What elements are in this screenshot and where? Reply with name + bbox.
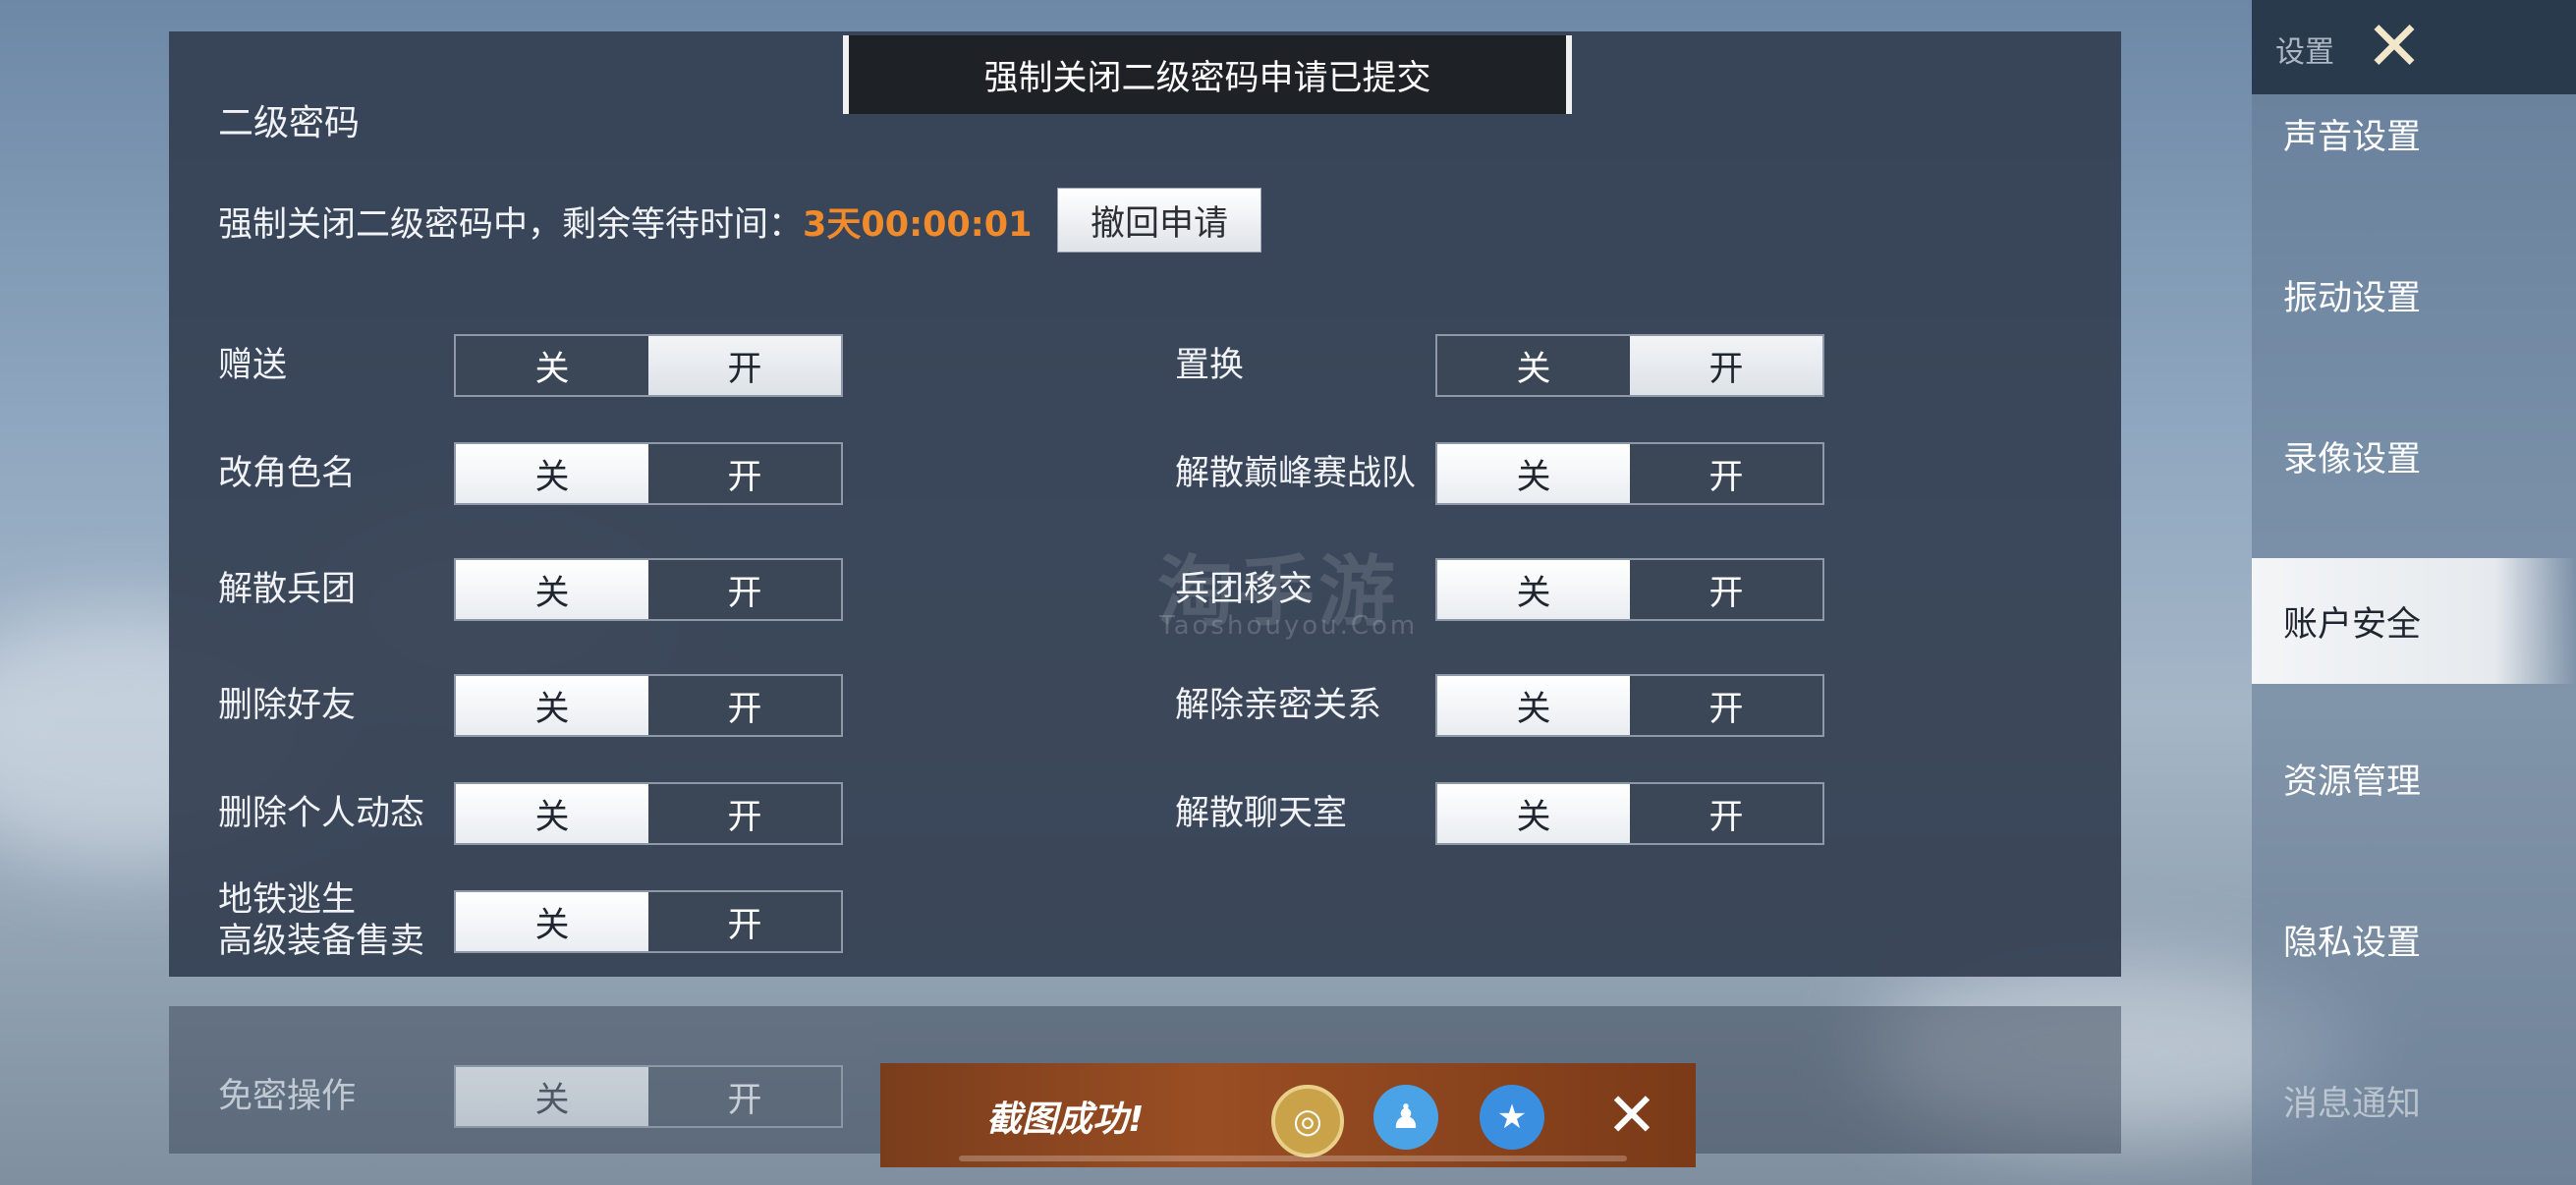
toggle-off[interactable]: 关 [1437, 444, 1630, 503]
qzone-icon[interactable]: ★ [1480, 1085, 1544, 1150]
row-label-exchange: 置换 [1175, 346, 1245, 385]
toggle-transfer-corps[interactable]: 关 开 [1435, 558, 1824, 621]
row-label-delete-friend: 删除好友 [218, 686, 357, 725]
watermark-url: Taoshouyou.Com [1159, 611, 1419, 641]
row-label-remove-intimacy: 解除亲密关系 [1175, 686, 1382, 725]
row-label-disband-team: 解散巅峰赛战队 [1175, 454, 1417, 493]
sidebar-item-label: 录像设置 [2283, 439, 2422, 480]
screenshot-success-text: 截图成功! [986, 1100, 1145, 1140]
toggle-rename[interactable]: 关 开 [454, 442, 843, 505]
toggle-off[interactable]: 关 [456, 784, 648, 843]
toggle-on[interactable]: 开 [648, 676, 841, 735]
revoke-request-button[interactable]: 撤回申请 [1057, 188, 1261, 253]
sidebar-item-label: 隐私设置 [2283, 923, 2422, 963]
row-label-free-pass: 免密操作 [218, 1077, 357, 1116]
row-label-gift: 赠送 [218, 346, 288, 385]
toggle-off[interactable]: 关 [1437, 336, 1630, 395]
sidebar-item-vibration[interactable]: 振动设置 [2252, 255, 2576, 334]
toggle-off[interactable]: 关 [456, 892, 648, 951]
toast-message: 强制关闭二级密码申请已提交 [843, 35, 1572, 114]
toggle-on[interactable]: 开 [648, 336, 841, 395]
toggle-on[interactable]: 开 [648, 892, 841, 951]
close-icon[interactable]: ✕ [1597, 1081, 1666, 1150]
toggle-metro-sell[interactable]: 关 开 [454, 890, 843, 953]
sidebar-item-label: 声音设置 [2283, 117, 2422, 157]
toggle-off[interactable]: 关 [456, 1067, 648, 1126]
sidebar-item-resources[interactable]: 资源管理 [2252, 739, 2576, 818]
toggle-disband-team[interactable]: 关 开 [1435, 442, 1824, 505]
toggle-exchange[interactable]: 关 开 [1435, 334, 1824, 397]
row-label-delete-moments: 删除个人动态 [218, 794, 425, 833]
sidebar-item-notifications[interactable]: 消息通知 [2252, 1061, 2576, 1140]
sidebar-item-account-security[interactable]: 账户安全 [2252, 558, 2576, 684]
toggle-on[interactable]: 开 [1630, 784, 1822, 843]
toggle-off[interactable]: 关 [1437, 676, 1630, 735]
toggle-off[interactable]: 关 [456, 676, 648, 735]
toggle-disband-chat[interactable]: 关 开 [1435, 782, 1824, 845]
toggle-off[interactable]: 关 [456, 444, 648, 503]
toggle-off[interactable]: 关 [1437, 560, 1630, 619]
row-label-rename: 改角色名 [218, 454, 357, 493]
toggle-on[interactable]: 开 [1630, 444, 1822, 503]
toggle-on[interactable]: 开 [648, 784, 841, 843]
toggle-on[interactable]: 开 [648, 560, 841, 619]
sidebar-title: 设置 [2275, 35, 2334, 70]
row-label-disband-corps: 解散兵团 [218, 570, 357, 609]
toggle-remove-intimacy[interactable]: 关 开 [1435, 674, 1824, 737]
screenshot-share-bar: 截图成功! ◎ ♟ ★ ✕ [880, 1063, 1696, 1167]
sidebar-item-label: 振动设置 [2283, 278, 2422, 318]
toggle-on[interactable]: 开 [648, 444, 841, 503]
sidebar-item-label: 消息通知 [2283, 1084, 2422, 1124]
sidebar-item-label: 资源管理 [2283, 762, 2422, 802]
row-label-metro-line1: 地铁逃生 [218, 880, 357, 920]
countdown-timer: 3天00:00:01 [803, 205, 1033, 245]
row-label-metro-line2: 高级装备售卖 [218, 922, 425, 961]
toggle-delete-friend[interactable]: 关 开 [454, 674, 843, 737]
toggle-on[interactable]: 开 [1630, 560, 1822, 619]
toggle-off[interactable]: 关 [456, 336, 648, 395]
toggle-delete-moments[interactable]: 关 开 [454, 782, 843, 845]
account-security-panel: 二级密码 强制关闭二级密码中，剩余等待时间：3天00:00:01 撤回申请 赠送… [169, 31, 2121, 977]
section-title: 二级密码 [218, 103, 361, 143]
countdown-status: 强制关闭二级密码中，剩余等待时间：3天00:00:01 [218, 197, 1032, 247]
toggle-gift[interactable]: 关 开 [454, 334, 843, 397]
sidebar-item-privacy[interactable]: 隐私设置 [2252, 900, 2576, 979]
sidebar-item-sound[interactable]: 声音设置 [2252, 94, 2576, 173]
toggle-off[interactable]: 关 [1437, 784, 1630, 843]
toggle-free-pass[interactable]: 关 开 [454, 1065, 843, 1128]
toggle-on[interactable]: 开 [1630, 336, 1822, 395]
row-label-disband-chat: 解散聊天室 [1175, 794, 1348, 833]
status-prefix: 强制关闭二级密码中，剩余等待时间： [218, 205, 804, 245]
game-share-icon[interactable]: ◎ [1271, 1085, 1344, 1157]
toggle-on[interactable]: 开 [1630, 676, 1822, 735]
sidebar-header: 设置 ✕ [2252, 0, 2576, 94]
qq-icon[interactable]: ♟ [1373, 1085, 1438, 1150]
progress-line [959, 1156, 1627, 1161]
settings-sidebar: 设置 ✕ 声音设置 振动设置 录像设置 账户安全 资源管理 隐私设置 消息通知 [2252, 0, 2576, 1185]
sidebar-item-label: 账户安全 [2283, 604, 2422, 645]
sidebar-item-recording[interactable]: 录像设置 [2252, 417, 2576, 495]
close-icon[interactable]: ✕ [2360, 12, 2429, 81]
toggle-disband-corps[interactable]: 关 开 [454, 558, 843, 621]
toggle-off[interactable]: 关 [456, 560, 648, 619]
toggle-on[interactable]: 开 [648, 1067, 841, 1126]
